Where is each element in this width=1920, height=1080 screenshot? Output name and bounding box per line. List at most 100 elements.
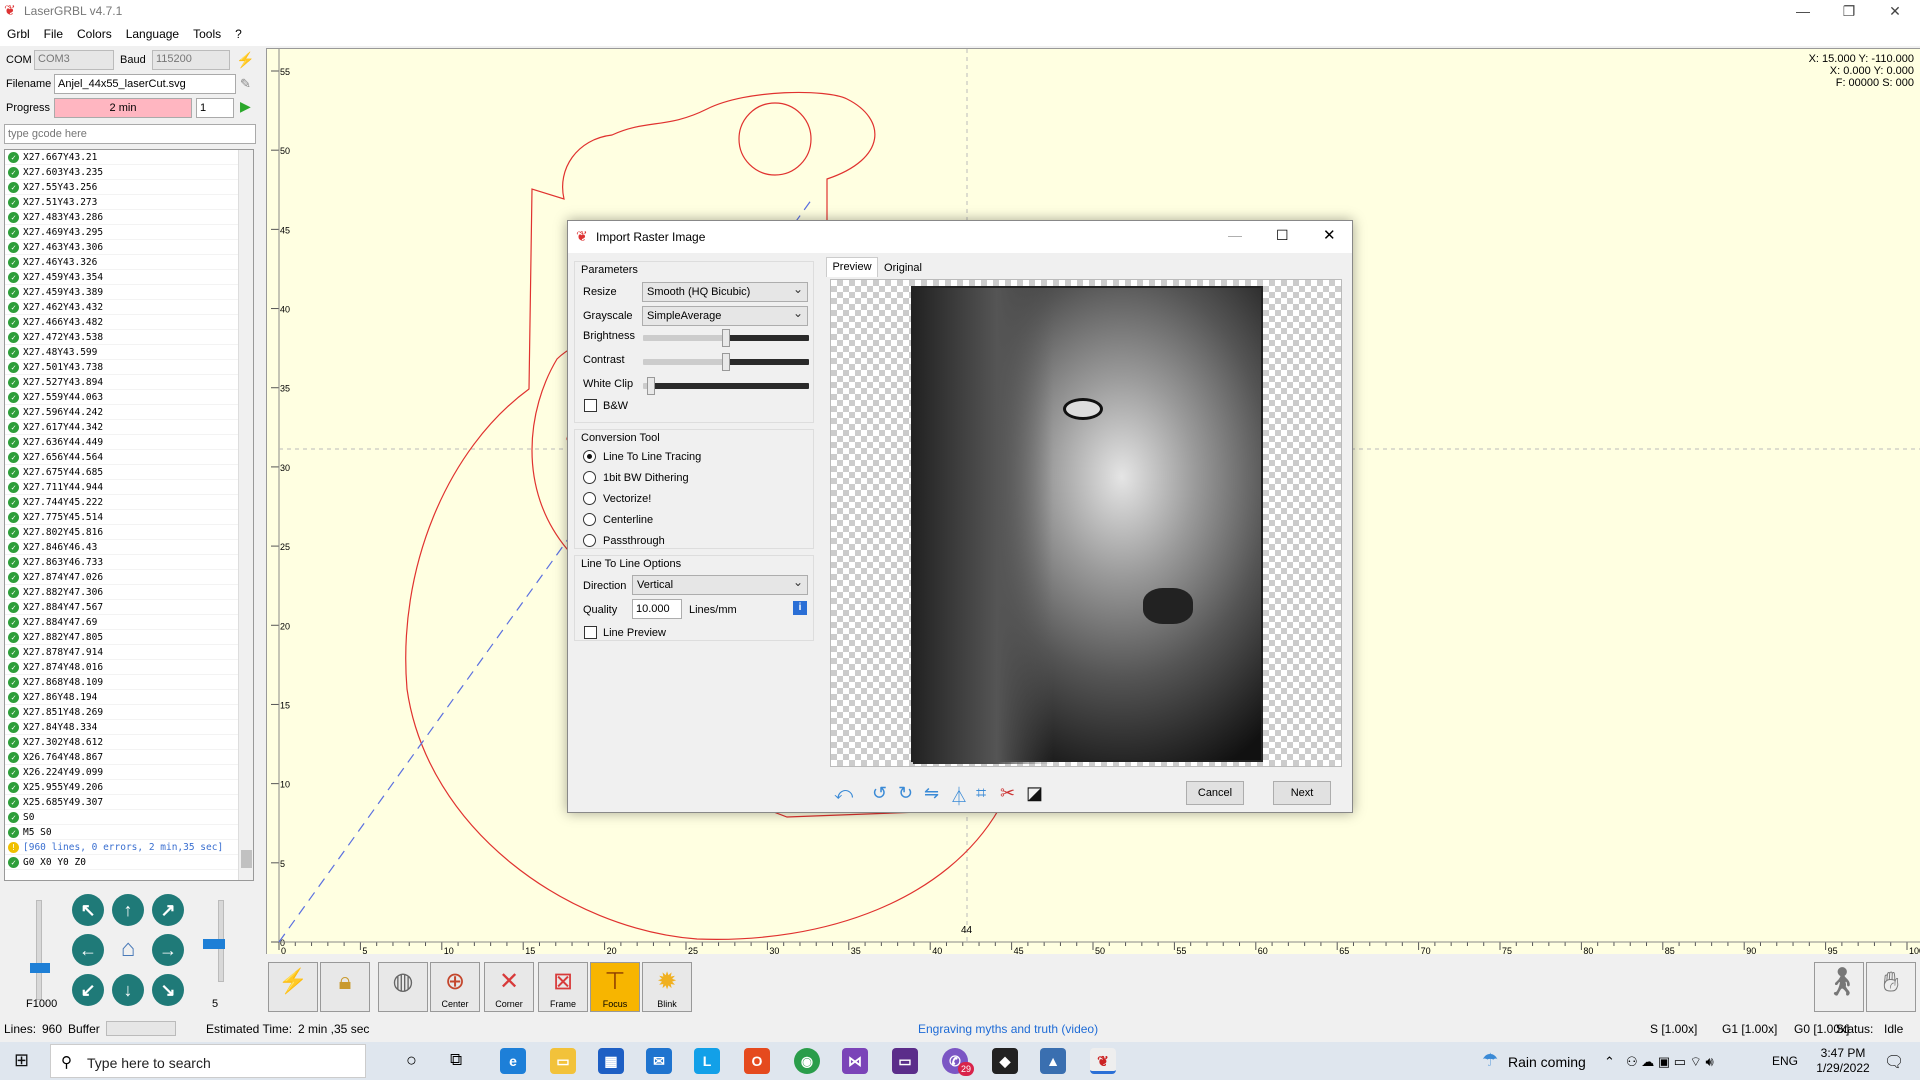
menu-language[interactable]: Language (119, 24, 186, 44)
edge-icon[interactable]: e (500, 1048, 526, 1074)
lock-button[interactable]: 🔒︎ (320, 962, 370, 1012)
rotate-reset-icon[interactable]: ⤺ (834, 783, 853, 804)
laser-fire-button[interactable]: ⚡ (268, 962, 318, 1012)
jog-right-button[interactable]: → (152, 934, 184, 966)
rotate-ccw-icon[interactable]: ↺ (872, 783, 887, 804)
cortana-icon[interactable]: ○ (406, 1050, 417, 1071)
jog-down-right-button[interactable]: ↘ (152, 974, 184, 1006)
jog-down-left-button[interactable]: ↙ (72, 974, 104, 1006)
center-button[interactable]: ⊕ Center (430, 962, 480, 1012)
jog-up-button[interactable]: ↑ (112, 894, 144, 926)
dialog-maximize-button[interactable]: ☐ (1276, 227, 1289, 244)
direction-select[interactable]: Vertical (632, 575, 808, 595)
file-explorer-icon[interactable]: ▭ (550, 1048, 576, 1074)
corner-button[interactable]: ✕ Corner (484, 962, 534, 1012)
blink-button[interactable]: ✹ Blink (642, 962, 692, 1012)
terminal-icon[interactable]: ▭ (892, 1048, 918, 1074)
menu-help[interactable]: ? (228, 24, 249, 44)
menu-grbl[interactable]: Grbl (0, 24, 37, 44)
power-slider-thumb[interactable] (30, 963, 50, 973)
jog-up-right-button[interactable]: ↗ (152, 894, 184, 926)
power-slider[interactable] (36, 900, 42, 1000)
store-icon[interactable]: ▦ (598, 1048, 624, 1074)
stop-hand-button[interactable]: ✋︎ (1866, 962, 1916, 1012)
scroll-thumb[interactable] (241, 850, 252, 868)
mail-icon[interactable]: ✉ (646, 1048, 672, 1074)
task-view-icon[interactable]: ⧉ (450, 1050, 462, 1070)
whiteclip-thumb[interactable] (647, 377, 656, 395)
office-icon[interactable]: O (744, 1048, 770, 1074)
frame-button[interactable]: ⊠ Frame (538, 962, 588, 1012)
language-indicator[interactable]: ENG (1772, 1054, 1798, 1068)
filename-field[interactable]: Anjel_44x55_laserCut.svg (54, 74, 236, 94)
s-override[interactable]: S [1.00x] (1650, 1022, 1697, 1036)
engraving-video-link[interactable]: Engraving myths and truth (video) (918, 1022, 1098, 1036)
visual-studio-icon[interactable]: ⋈ (842, 1048, 868, 1074)
flip-vertical-icon[interactable]: ⏃ (950, 783, 968, 809)
globe-button[interactable]: ◍ (378, 962, 428, 1012)
flip-horizontal-icon[interactable]: ⇋ (924, 783, 939, 804)
gcode-scrollbar[interactable] (238, 150, 253, 880)
tray-chevron-icon[interactable]: ⌃ (1604, 1054, 1615, 1070)
dialog-close-button[interactable]: ✕ (1323, 226, 1336, 244)
radio-passthrough[interactable] (583, 534, 596, 547)
home-icon[interactable]: ⌂ (112, 934, 144, 966)
check-icon: ✓ (8, 557, 19, 568)
invert-icon[interactable]: ◪ (1026, 783, 1043, 804)
close-button[interactable]: ✕ (1872, 0, 1918, 24)
contrast-thumb[interactable] (722, 353, 730, 371)
jog-down-button[interactable]: ↓ (112, 974, 144, 1006)
autotrim-icon[interactable]: ✂ (1000, 783, 1015, 804)
bw-checkbox[interactable] (584, 399, 597, 412)
connect-icon[interactable]: ⚡ (236, 51, 255, 69)
rotate-cw-icon[interactable]: ↻ (898, 783, 913, 804)
dialog-minimize-button[interactable]: — (1228, 227, 1242, 243)
eraser-icon[interactable]: ✎ (240, 76, 251, 92)
g1-override[interactable]: G1 [1.00x] (1722, 1022, 1777, 1036)
inkscape-icon[interactable]: ◆ (992, 1048, 1018, 1074)
radio-centerline[interactable] (583, 513, 596, 526)
next-button[interactable]: Next (1273, 781, 1331, 805)
grayscale-select[interactable]: SimpleAverage (642, 306, 808, 326)
radio-vectorize[interactable] (583, 492, 596, 505)
gcode-list[interactable]: ✓ X27.667Y43.21 ✓ X27.603Y43.235 ✓ X27.55Y43.… (4, 149, 254, 881)
tray-icons[interactable]: ⚇ ☁ ▣ ▭ ⌔ 🔊︎ (1626, 1054, 1714, 1070)
restore-button[interactable]: ❐ (1826, 0, 1872, 24)
focus-button[interactable]: ⊤ Focus (590, 962, 640, 1012)
width-marker: 44 (961, 925, 973, 936)
repeat-stepper[interactable]: 1 (196, 98, 234, 118)
run-icon[interactable]: ▶ (240, 98, 251, 115)
photos-icon[interactable]: ▲ (1040, 1048, 1066, 1074)
gcode-input[interactable] (4, 124, 256, 144)
lightburn-icon[interactable]: L (694, 1048, 720, 1074)
options-label: Line To Line Options (581, 558, 682, 570)
radio-dithering[interactable] (583, 471, 596, 484)
menu-colors[interactable]: Colors (70, 24, 119, 44)
menu-file[interactable]: File (37, 24, 70, 44)
lasergrbl-taskbar-icon[interactable]: ❦ (1090, 1048, 1116, 1074)
jog-up-left-button[interactable]: ↖ (72, 894, 104, 926)
baud-select[interactable]: 115200 (152, 50, 230, 70)
chrome-icon[interactable]: ◉ (794, 1048, 820, 1074)
info-icon[interactable]: i (793, 601, 807, 615)
search-box[interactable]: ⚲ Type here to search (50, 1044, 366, 1078)
resize-select[interactable]: Smooth (HQ Bicubic) (642, 282, 808, 302)
radio-line-to-line[interactable] (583, 450, 596, 463)
com-select[interactable]: COM3 (34, 50, 114, 70)
jog-left-button[interactable]: ← (72, 934, 104, 966)
walk-button[interactable]: 🚶︎ (1814, 962, 1864, 1012)
tab-original[interactable]: Original (880, 259, 926, 277)
notifications-icon[interactable]: 🗨︎ (1884, 1052, 1904, 1072)
crop-icon[interactable]: ⌗ (976, 783, 986, 804)
line-preview-checkbox[interactable] (584, 626, 597, 639)
brightness-thumb[interactable] (722, 329, 730, 347)
cancel-button[interactable]: Cancel (1186, 781, 1244, 805)
quality-field[interactable]: 10.000 (632, 599, 682, 619)
minimize-button[interactable]: — (1780, 0, 1826, 24)
step-slider-thumb[interactable] (203, 939, 225, 949)
menu-tools[interactable]: Tools (186, 24, 228, 44)
windows-start-icon[interactable]: ⊞ (14, 1050, 29, 1071)
tab-preview[interactable]: Preview (826, 257, 878, 277)
clock[interactable]: 3:47 PM 1/29/2022 (1808, 1046, 1878, 1076)
weather-text[interactable]: Rain coming (1508, 1054, 1586, 1070)
